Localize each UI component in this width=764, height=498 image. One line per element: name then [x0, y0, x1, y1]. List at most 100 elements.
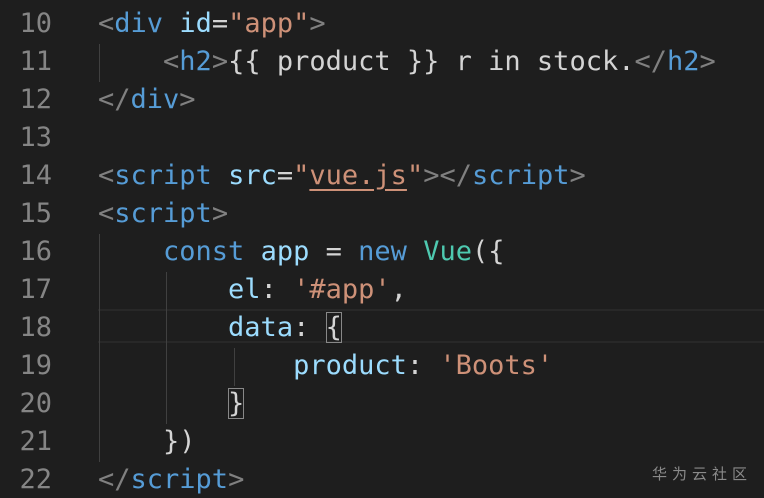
- code-line[interactable]: 17 el: '#app',: [0, 271, 764, 309]
- code-token: script: [130, 464, 229, 495]
- code-token: id: [179, 8, 212, 39]
- line-code: data: {: [98, 309, 342, 347]
- code-line[interactable]: 18 data: {: [0, 309, 764, 347]
- code-line[interactable]: 21 }): [0, 423, 764, 461]
- code-token: vue.js: [309, 160, 407, 191]
- line-code: </script>: [98, 461, 244, 498]
- code-token: }): [163, 426, 196, 457]
- line-code: product: 'Boots': [98, 347, 553, 385]
- code-token: el: [228, 274, 261, 305]
- code-token: ,: [390, 274, 407, 305]
- code-token: </: [634, 46, 667, 77]
- code-token: }: [228, 388, 245, 419]
- code-token: >: [699, 46, 716, 77]
- line-code: el: '#app',: [98, 271, 407, 309]
- code-token: =: [309, 236, 359, 267]
- code-token: </: [98, 84, 131, 115]
- code-token: :: [293, 312, 326, 343]
- code-token: >: [569, 160, 586, 191]
- line-number: 17: [19, 274, 52, 305]
- code-token: {: [325, 312, 342, 343]
- code-token: app: [260, 236, 310, 267]
- code-token: >: [179, 84, 196, 115]
- code-token: >: [228, 464, 245, 495]
- code-token: Vue: [423, 236, 472, 267]
- code-token: >: [211, 46, 229, 77]
- code-token: ": [406, 160, 424, 191]
- code-token: const: [163, 236, 245, 267]
- line-code: </div>: [98, 81, 196, 119]
- line-code: <script>: [98, 195, 228, 233]
- code-token: =: [211, 8, 229, 39]
- code-line[interactable]: 16 const app = new Vue({: [0, 233, 764, 271]
- code-token: ({: [471, 236, 505, 267]
- code-line[interactable]: 20 }: [0, 385, 764, 423]
- code-token: h2: [179, 46, 212, 77]
- code-line[interactable]: 14 <script src="vue.js"></script>: [0, 157, 764, 195]
- line-number: 18: [19, 312, 52, 343]
- line-code: <div id="app">: [98, 5, 326, 43]
- line-number: 13: [19, 122, 52, 153]
- line-number: 16: [19, 236, 52, 267]
- code-token: script: [471, 160, 570, 191]
- code-token: src: [228, 160, 277, 191]
- code-token: ": [293, 160, 310, 191]
- line-number: 11: [19, 46, 52, 77]
- watermark-text: 华为云社区: [651, 465, 752, 483]
- code-token: "app": [228, 8, 310, 39]
- line-number: 19: [19, 350, 52, 381]
- code-line[interactable]: 10 <div id="app">: [0, 5, 764, 43]
- code-token: div: [130, 84, 180, 115]
- code-editor[interactable]: 10 <div id="app"> 11 <h2>{{ product }} r i…: [0, 0, 764, 498]
- line-number: 14: [19, 160, 52, 191]
- code-token: script: [114, 160, 212, 191]
- code-token: 'Boots': [439, 350, 554, 381]
- line-code: const app = new Vue({: [98, 233, 504, 271]
- code-token: =: [276, 160, 294, 191]
- line-code: }): [98, 423, 196, 461]
- code-line[interactable]: 11 <h2>{{ product }} r in stock.</h2>: [0, 43, 764, 81]
- code-token: >: [309, 8, 326, 39]
- code-token: :: [406, 350, 440, 381]
- code-token: div: [114, 8, 164, 39]
- code-token: '#app': [293, 274, 391, 305]
- line-code: <script src="vue.js"></script>: [98, 157, 586, 195]
- code-line[interactable]: 12 </div>: [0, 81, 764, 119]
- code-token: h2: [666, 46, 700, 77]
- code-token: product: [293, 350, 407, 381]
- line-number: 15: [19, 198, 52, 229]
- code-token: <: [98, 160, 115, 191]
- code-token: <: [98, 198, 115, 229]
- code-token: <: [98, 8, 115, 39]
- code-line[interactable]: 19 product: 'Boots': [0, 347, 764, 385]
- code-token: >: [211, 198, 229, 229]
- line-code: <h2>{{ product }} r in stock.</h2>: [98, 43, 716, 81]
- code-token: <: [163, 46, 180, 77]
- code-token: </: [98, 464, 131, 495]
- code-line[interactable]: 13: [0, 119, 764, 157]
- code-line[interactable]: 22 </script>: [0, 461, 764, 498]
- code-token: ></: [423, 160, 472, 191]
- code-token: {{ product }} r in stock.: [228, 46, 635, 77]
- code-line[interactable]: 15 <script>: [0, 195, 764, 233]
- line-number: 12: [19, 84, 52, 115]
- line-number: 20: [19, 388, 52, 419]
- line-code: }: [98, 385, 245, 423]
- line-number: 10: [19, 8, 52, 39]
- line-number: 22: [19, 464, 52, 495]
- code-token: :: [260, 274, 294, 305]
- line-number: 21: [19, 426, 52, 457]
- code-token: script: [114, 198, 212, 229]
- code-token: new: [358, 236, 407, 267]
